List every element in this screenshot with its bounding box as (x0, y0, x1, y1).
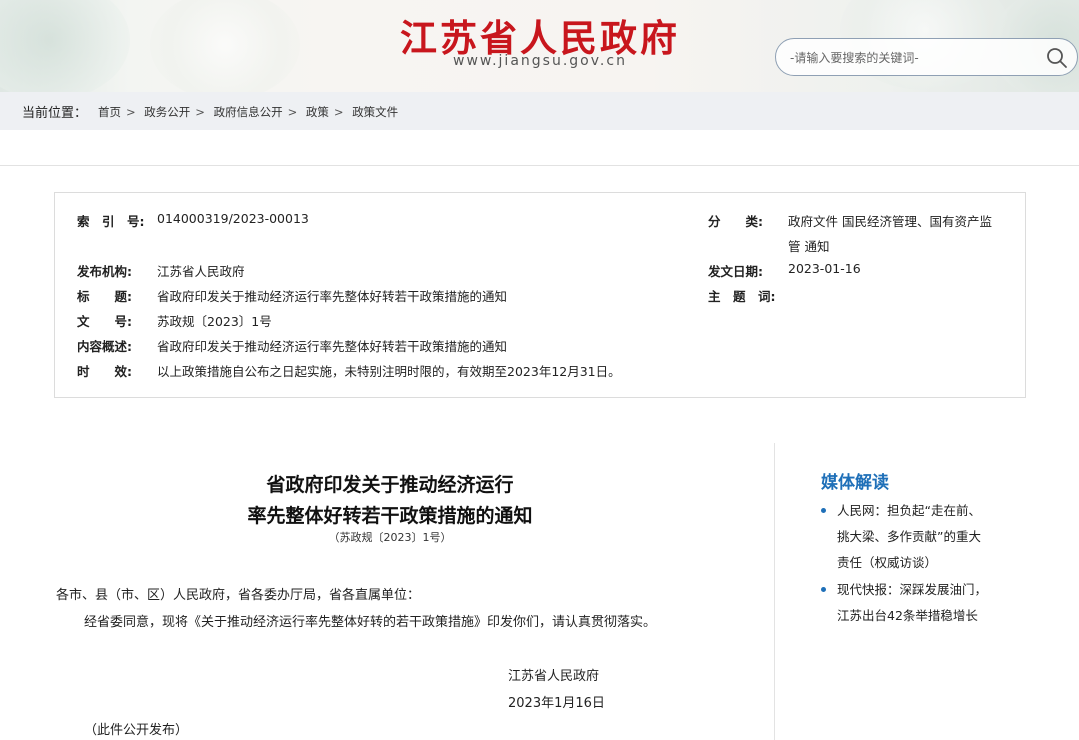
article-title-line2: 率先整体好转若干政策措施的通知 (247, 505, 533, 527)
article-title: 省政府印发关于推动经济运行 率先整体好转若干政策措施的通知 (70, 470, 710, 532)
site-url: www.jiangsu.gov.cn (453, 53, 627, 69)
bullet-icon (821, 587, 826, 592)
breadcrumb-separator: > (126, 105, 136, 119)
meta-date-label: 发文日期: (708, 264, 763, 279)
media-link-text-line1[interactable]: 现代快报：深踩发展油门， (821, 577, 1021, 603)
search-input[interactable] (790, 48, 1030, 68)
breadcrumb-separator: > (287, 105, 298, 119)
decorative-flower (150, 0, 300, 92)
media-link-text-line2[interactable]: 江苏出台42条举措稳增长 (821, 603, 1021, 629)
meta-title-label: 标 题: (77, 289, 132, 304)
article-publish-note: （此件公开发布） (84, 723, 189, 738)
article-title-line1: 省政府印发关于推动经济运行 (266, 474, 514, 496)
media-link-text-line2[interactable]: 挑大梁、多作贡献”的重大 (821, 524, 1021, 550)
breadcrumb-policy-documents[interactable]: 政策文件 (352, 105, 398, 119)
article-salutation: 各市、县（市、区）人民政府，省各委办厅局，省各直属单位： (56, 588, 421, 603)
breadcrumb-separator: > (195, 105, 205, 119)
media-link-text-line3[interactable]: 责任（权威访谈） (821, 550, 1021, 576)
column-divider (774, 443, 775, 740)
bullet-icon (821, 508, 826, 513)
article-body: 经省委同意，现将《关于推动经济运行率先整体好转的若干政策措施》印发你们，请认真贯… (84, 615, 657, 630)
meta-category-value-line1: 政府文件 国民经济管理、国有资产监 (788, 214, 992, 229)
meta-issuer-value: 江苏省人民政府 (157, 264, 245, 279)
breadcrumb-separator: > (333, 105, 344, 119)
section-divider (0, 165, 1079, 166)
article-doc-number: （苏政规〔2023〕1号） (328, 531, 452, 544)
breadcrumb-home[interactable]: 首页 (98, 105, 121, 119)
meta-index-label: 索 引 号: (77, 214, 145, 229)
meta-subject-label: 主 题 词: (708, 289, 776, 304)
meta-issuer-label: 发布机构: (77, 264, 132, 279)
media-interpretation-heading: 媒体解读 (821, 473, 889, 493)
site-header: 江苏省人民政府 www.jiangsu.gov.cn (0, 0, 1079, 92)
meta-docno-label: 文 号: (77, 314, 132, 329)
meta-index-value: 014000319/2023-00013 (157, 211, 309, 226)
media-interpretation-item[interactable]: 人民网：担负起“走在前、 挑大梁、多作贡献”的重大 责任（权威访谈） (821, 498, 1021, 576)
breadcrumb-policy[interactable]: 政策 (306, 105, 329, 119)
media-link-text-line1[interactable]: 人民网：担负起“走在前、 (821, 498, 1021, 524)
meta-validity-value: 以上政策措施自公布之日起实施，未特别注明时限的，有效期至2023年12月31日。 (157, 364, 621, 379)
breadcrumb-info-disclosure[interactable]: 政府信息公开 (214, 105, 283, 119)
meta-category-value-line2: 管 通知 (788, 239, 830, 254)
document-metadata: 索 引 号: 014000319/2023-00013 分 类: 政府文件 国民… (54, 192, 1026, 398)
search-box (775, 38, 1078, 76)
search-icon[interactable] (1045, 46, 1069, 70)
meta-category-label: 分 类: (708, 214, 763, 229)
breadcrumb-bar: 当前位置： 首页 > 政务公开 > 政府信息公开 > 政策 > 政策文件 (0, 92, 1079, 130)
meta-docno-value: 苏政规〔2023〕1号 (157, 314, 272, 329)
decorative-leaf (0, 0, 130, 92)
breadcrumb-government-affairs[interactable]: 政务公开 (144, 105, 190, 119)
breadcrumb: 首页 > 政务公开 > 政府信息公开 > 政策 > 政策文件 (98, 104, 398, 120)
media-interpretation-item[interactable]: 现代快报：深踩发展油门， 江苏出台42条举措稳增长 (821, 577, 1021, 629)
breadcrumb-label: 当前位置： (22, 106, 88, 121)
meta-summary-label: 内容概述: (77, 339, 132, 354)
meta-validity-label: 时 效: (77, 364, 132, 379)
meta-summary-value: 省政府印发关于推动经济运行率先整体好转若干政策措施的通知 (157, 339, 508, 354)
article-sign-date: 2023年1月16日 (508, 696, 605, 711)
meta-title-value: 省政府印发关于推动经济运行率先整体好转若干政策措施的通知 (157, 289, 508, 304)
article-signer: 江苏省人民政府 (508, 669, 600, 684)
meta-date-value: 2023-01-16 (788, 261, 861, 276)
